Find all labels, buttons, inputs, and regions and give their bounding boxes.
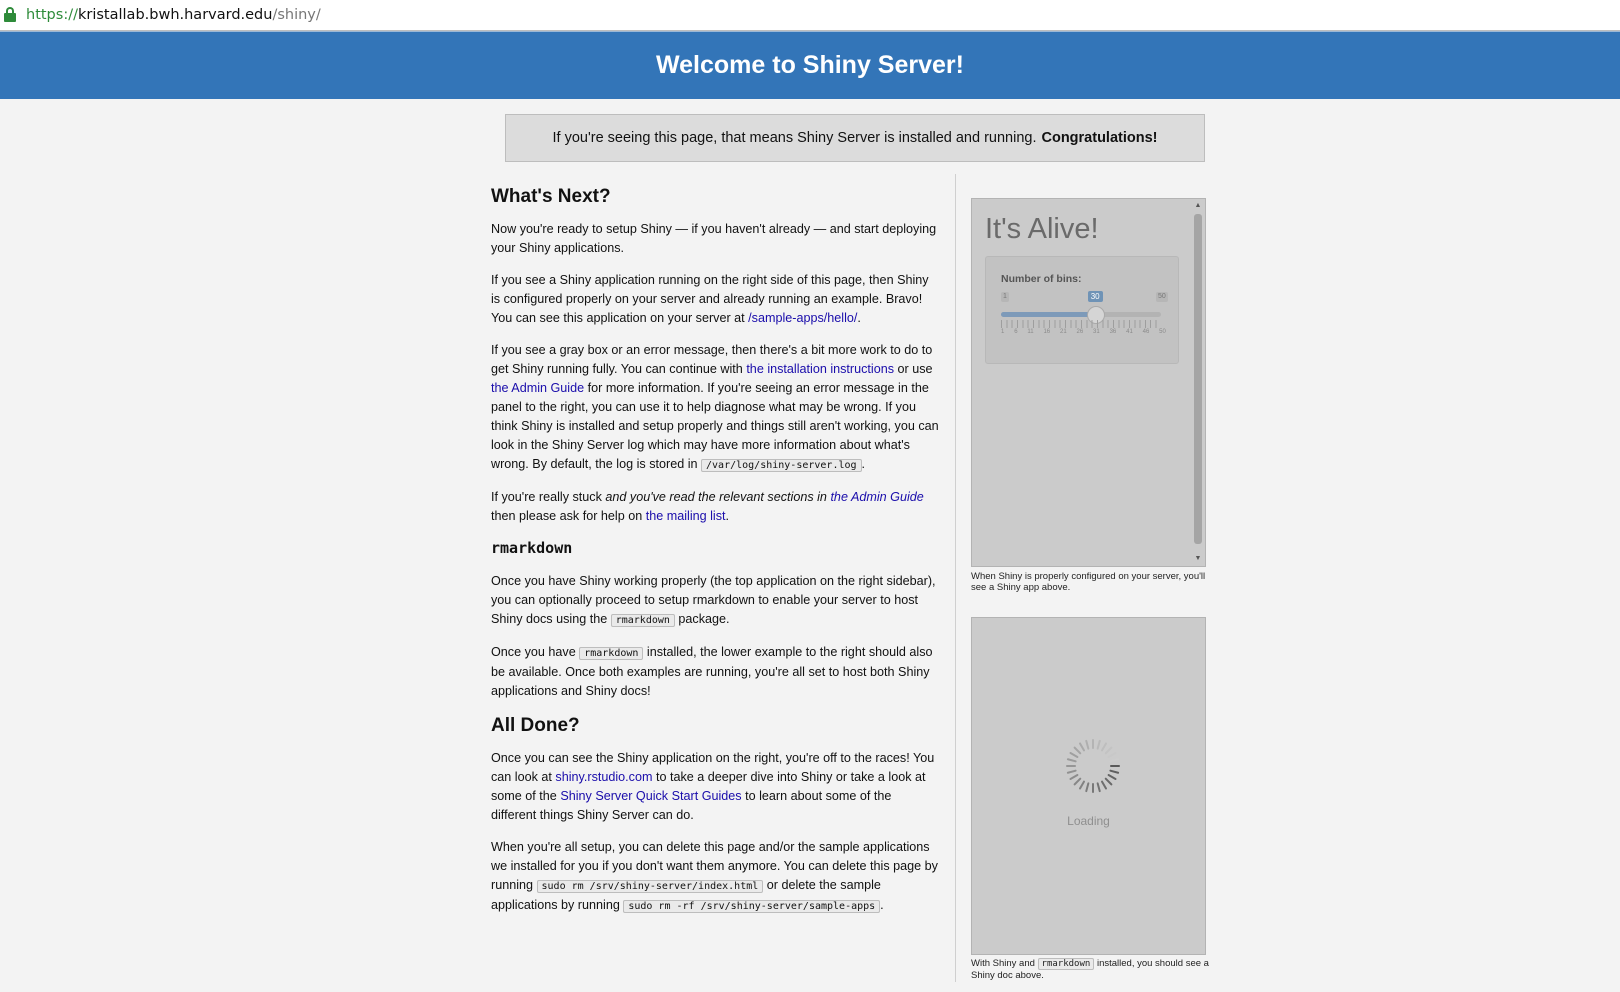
all-done-p1: Once you can see the Shiny application o…	[491, 751, 935, 822]
spinner-tick	[1073, 746, 1082, 755]
spinner-tick	[1069, 774, 1079, 780]
app-scrollbar[interactable]: ▲ ▼	[1192, 200, 1204, 565]
tick-label: 46	[1142, 329, 1150, 335]
all-done-heading: All Done?	[491, 715, 580, 736]
scroll-thumb[interactable]	[1194, 214, 1202, 544]
spinner-icon	[1066, 739, 1120, 793]
shiny-app-frame[interactable]: It's Alive! Number of bins: 1 30 50 1 6 11…	[971, 198, 1206, 567]
delete-samples-code: sudo rm -rf /srv/shiny-server/sample-app…	[623, 900, 881, 913]
address-bar[interactable]: https://kristallab.bwh.harvard.edu/shiny…	[0, 0, 1620, 31]
admin-guide-link[interactable]: the Admin Guide	[491, 381, 584, 395]
tick-label: 36	[1109, 329, 1117, 335]
spinner-tick	[1069, 752, 1079, 758]
delete-index-code: sudo rm /srv/shiny-server/index.html	[536, 880, 764, 893]
tick-label: 16	[1043, 329, 1051, 335]
rmarkdown-code: rmarkdown	[610, 614, 675, 627]
whats-next-p1: Now you're ready to setup Shiny — if you…	[491, 222, 937, 255]
rmarkdown-code-2: rmarkdown	[579, 647, 644, 660]
slider-value-label: 30	[1087, 291, 1103, 302]
spinner-tick	[1066, 769, 1077, 774]
slider-min-label: 1	[1001, 292, 1009, 302]
spinner-tick	[1104, 777, 1113, 786]
spinner-tick	[1073, 777, 1082, 786]
notice-emphasis: Congratulations!	[1041, 130, 1158, 146]
scroll-down-icon[interactable]: ▼	[1192, 553, 1204, 565]
spinner-tick	[1079, 780, 1085, 790]
slider-well: Number of bins: 1 30 50 1 6 11 16 21 26 31 36 41…	[985, 256, 1179, 364]
whats-next-p2: If you see a Shiny application running o…	[491, 273, 929, 325]
spinner-tick	[1101, 780, 1107, 790]
slider-ticks	[1001, 320, 1161, 328]
installation-instructions-link[interactable]: the installation instructions	[746, 362, 894, 376]
slider-track[interactable]	[1001, 312, 1161, 317]
spinner-tick	[1107, 752, 1117, 758]
slider-max-label: 50	[1156, 292, 1168, 302]
whats-next-p3: If you see a gray box or an error messag…	[491, 343, 939, 472]
slider-tick-labels: 1 6 11 16 21 26 31 36 41 46 50	[1001, 329, 1166, 335]
spinner-tick	[1107, 774, 1117, 780]
shiny-doc-frame[interactable]: Loading	[971, 617, 1206, 955]
notice-text: If you're seeing this page, that means S…	[552, 130, 1037, 146]
rmarkdown-p1: Once you have Shiny working properly (th…	[491, 574, 936, 627]
app-title: It's Alive!	[985, 213, 1099, 245]
bins-label: Number of bins:	[1001, 273, 1082, 285]
spinner-tick	[1085, 739, 1090, 750]
url-scheme: https://	[26, 7, 78, 23]
tick-label: 11	[1027, 329, 1034, 335]
all-done-p2: When you're all setup, you can delete th…	[491, 840, 938, 913]
sample-apps-link[interactable]: /sample-apps/hello/	[748, 311, 857, 325]
spinner-tick	[1066, 758, 1077, 763]
rmarkdown-heading: rmarkdown	[491, 539, 573, 557]
welcome-banner: Welcome to Shiny Server!	[0, 31, 1620, 99]
spinner-tick	[1079, 742, 1085, 752]
quick-start-guides-link[interactable]: Shiny Server Quick Start Guides	[560, 789, 741, 803]
shiny-rstudio-link[interactable]: shiny.rstudio.com	[555, 770, 652, 784]
rmarkdown-p2: Once you have rmarkdown installed, the l…	[491, 645, 933, 698]
tick-label: 6	[1014, 329, 1018, 335]
spinner-tick	[1104, 746, 1113, 755]
whats-next-p4: If you're really stuck and you've read t…	[491, 490, 924, 523]
spinner-tick	[1109, 758, 1120, 763]
tick-label: 41	[1126, 329, 1133, 335]
tick-label: 21	[1059, 329, 1067, 335]
url-host: kristallab.bwh.harvard.edu	[77, 7, 273, 23]
spinner-tick	[1109, 769, 1120, 774]
mailing-list-link[interactable]: the mailing list	[646, 509, 726, 523]
doc-caption-code: rmarkdown	[1037, 958, 1095, 970]
app-caption: When Shiny is properly configured on you…	[971, 571, 1206, 593]
spinner-tick	[1096, 782, 1101, 793]
main-content: What's Next? Now you're ready to setup S…	[491, 172, 939, 929]
page-title: Welcome to Shiny Server!	[656, 51, 964, 79]
tick-label: 26	[1076, 329, 1084, 335]
scroll-up-icon[interactable]: ▲	[1192, 200, 1204, 212]
doc-caption: With Shiny and rmarkdown installed, you …	[971, 958, 1209, 981]
sidebar-divider	[955, 174, 956, 982]
whats-next-heading: What's Next?	[491, 186, 611, 207]
lock-icon	[4, 7, 18, 23]
spinner-tick	[1096, 739, 1101, 750]
tick-label: 1	[1001, 329, 1005, 335]
tick-label: 31	[1093, 329, 1100, 335]
tick-label: 50	[1159, 329, 1166, 335]
admin-guide-link-2[interactable]: the Admin Guide	[830, 490, 923, 504]
spinner-tick	[1101, 742, 1107, 752]
install-notice: If you're seeing this page, that means S…	[505, 114, 1205, 162]
log-path-code: /var/log/shiny-server.log	[701, 459, 862, 472]
slider-fill	[1001, 312, 1096, 317]
spinner-tick	[1085, 782, 1090, 793]
loading-text: Loading	[1067, 814, 1110, 828]
url-path: /shiny/	[272, 7, 321, 23]
